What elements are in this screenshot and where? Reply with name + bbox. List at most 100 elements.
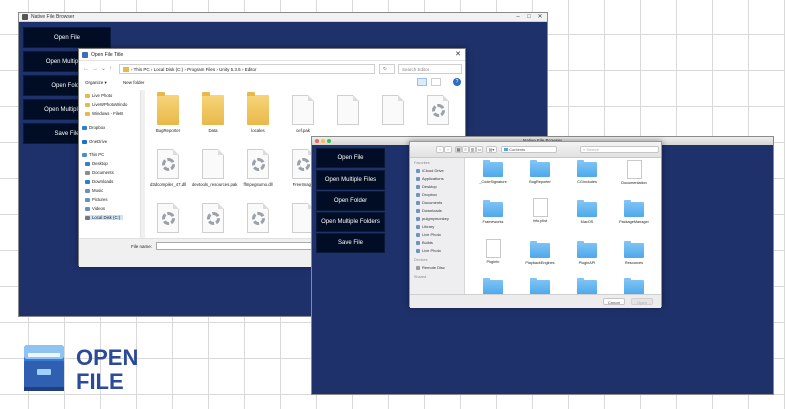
minimize-icon[interactable]: –	[513, 13, 523, 22]
file-item[interactable]: locales	[237, 92, 279, 133]
file-item[interactable]: PkgInfo	[470, 239, 516, 264]
file-item[interactable]: Frameworks	[470, 200, 516, 224]
list-view-icon[interactable]: ≡	[462, 146, 469, 153]
up-arrow-icon[interactable]: ↑	[109, 64, 112, 74]
file-item[interactable]: PlaybackEngines	[517, 241, 563, 265]
maximize-icon[interactable]: □	[524, 13, 534, 22]
file-item[interactable]	[147, 203, 189, 236]
folder-icon	[530, 160, 550, 177]
column-view-icon[interactable]: ▥	[469, 146, 476, 153]
sidebar-item[interactable]: Downloads	[416, 208, 442, 213]
nav-item[interactable]: Live Photo	[85, 93, 112, 98]
gear-file-icon	[157, 203, 179, 233]
file-item[interactable]: d3dcompiler_47.dll	[147, 149, 189, 187]
address-bar[interactable]: › This PC › Local Disk (C:) › Program Fi…	[119, 64, 375, 74]
nav-item-documents[interactable]: Documents	[85, 170, 114, 175]
refresh-icon[interactable]: ↻	[379, 64, 395, 74]
sidebar-item[interactable]: iCloud Drive	[416, 168, 444, 173]
open-multiple-folders-button[interactable]: Open Multiple Folders	[316, 212, 385, 232]
file-item[interactable]: Data	[192, 92, 234, 133]
folder-icon	[157, 92, 179, 125]
file-item[interactable]: BugReporter	[147, 92, 189, 133]
sidebar-item[interactable]: pulgmymonkey	[416, 216, 449, 221]
sidebar-item[interactable]: Live Photo	[416, 232, 441, 237]
nav-item-this-pc[interactable]: This PC	[82, 152, 104, 157]
file-item[interactable]: cef.pak	[282, 95, 324, 133]
nav-item-dropbox[interactable]: Dropbox	[82, 125, 105, 130]
folder-icon	[202, 92, 224, 125]
view-icon[interactable]	[417, 78, 427, 86]
icon-view-icon[interactable]: ▦	[455, 146, 462, 153]
arrange-icon[interactable]: ▤▾	[486, 146, 497, 153]
open-multiple-files-button[interactable]: Open Multiple Files	[316, 170, 385, 190]
close-icon[interactable]: ✕	[455, 50, 461, 58]
sidebar-item[interactable]: Library	[416, 224, 434, 229]
help-icon[interactable]: ?	[453, 78, 461, 86]
sidebar-item[interactable]: Desktop	[416, 184, 437, 189]
sidebar-item[interactable]: Documents	[416, 200, 442, 205]
sidebar-header: Shared	[414, 275, 427, 279]
forward-arrow-icon[interactable]: →	[92, 64, 98, 74]
gear-file-icon	[157, 149, 179, 179]
nav-item-local-disk[interactable]: Local Disk (C:)	[85, 215, 124, 220]
organize-menu[interactable]: Organize ▾	[85, 80, 107, 86]
folder-icon	[123, 66, 129, 72]
folder-icon	[624, 241, 644, 258]
file-item[interactable]: MacOS	[564, 200, 610, 224]
file-item[interactable]: ffmpegsumo.dll	[237, 149, 279, 187]
nav-item-pictures[interactable]: Pictures	[85, 197, 108, 202]
file-icon	[292, 95, 314, 125]
gear-file-icon	[247, 203, 269, 233]
sidebar-item[interactable]: Remote Disc	[416, 265, 445, 270]
sidebar-item[interactable]: Applications	[416, 176, 444, 181]
location-popup[interactable]: Contents	[501, 146, 557, 153]
nav-item-downloads[interactable]: Downloads	[85, 179, 113, 184]
cover-flow-icon[interactable]: ▭	[476, 146, 483, 153]
preview-pane-icon[interactable]	[431, 78, 441, 86]
file-item[interactable]: PluginAPI	[564, 241, 610, 265]
new-folder-button[interactable]: New folder	[123, 80, 145, 85]
file-item[interactable]: PackageManager	[611, 200, 657, 224]
sidebar-item[interactable]: Builds	[416, 240, 433, 245]
nav-item-videos[interactable]: Videos	[85, 206, 105, 211]
open-folder-button[interactable]: Open Folder	[316, 191, 385, 211]
sidebar-item[interactable]: Dropbox	[416, 192, 437, 197]
save-file-button[interactable]: Save File	[316, 233, 385, 253]
file-item[interactable]	[192, 203, 234, 236]
forward-icon[interactable]: ›	[444, 146, 452, 153]
file-item[interactable]	[372, 95, 414, 128]
back-arrow-icon[interactable]: ←	[83, 64, 89, 74]
file-item[interactable]: _CodeSignature	[470, 160, 516, 184]
file-item[interactable]: Documentation	[611, 160, 657, 185]
chevron-down-icon[interactable]: ⌄	[101, 64, 106, 74]
file-item[interactable]: devtools_resources.pak	[192, 149, 237, 187]
nav-item-onedrive[interactable]: OneDrive	[82, 139, 107, 144]
file-item[interactable]	[237, 203, 279, 236]
close-icon[interactable]: ✕	[535, 13, 545, 22]
nav-item-music[interactable]: Music	[85, 188, 103, 193]
folder-icon	[577, 200, 597, 217]
nav-item[interactable]: LiveWPhotoWindo	[85, 102, 127, 107]
open-button[interactable]: Open	[631, 298, 653, 305]
file-icon	[626, 160, 642, 179]
search-placeholder: Search Editor	[402, 66, 430, 72]
file-item[interactable]: BugReporter	[517, 160, 563, 184]
window-title: Native File Browser	[31, 14, 75, 20]
file-item[interactable]: Resources	[611, 241, 657, 265]
nav-item[interactable]: Windows - FileB	[85, 111, 123, 116]
back-icon[interactable]: ‹	[436, 146, 444, 153]
open-file-button[interactable]: Open File	[23, 27, 111, 48]
nav-scrollbar[interactable]	[141, 90, 145, 238]
file-item[interactable]: Info.plist	[517, 198, 563, 223]
file-item[interactable]	[417, 95, 459, 128]
sidebar-item[interactable]: Live Photo	[416, 248, 441, 253]
finder-toolbar: ‹ › ▦ ≡ ▥ ▭ ▤▾ Contents ⌕ Search	[410, 142, 661, 158]
file-item[interactable]	[327, 95, 369, 128]
open-file-button[interactable]: Open File	[316, 148, 385, 168]
file-item[interactable]: CGIncludes	[564, 160, 610, 184]
breadcrumb: › This PC › Local Disk (C:) › Program Fi…	[131, 66, 257, 72]
nav-item-desktop[interactable]: Desktop	[85, 161, 108, 166]
cancel-button[interactable]: Cancel	[603, 298, 625, 305]
search-input[interactable]: Search Editor	[398, 64, 462, 74]
search-input[interactable]: ⌕ Search	[580, 146, 659, 153]
